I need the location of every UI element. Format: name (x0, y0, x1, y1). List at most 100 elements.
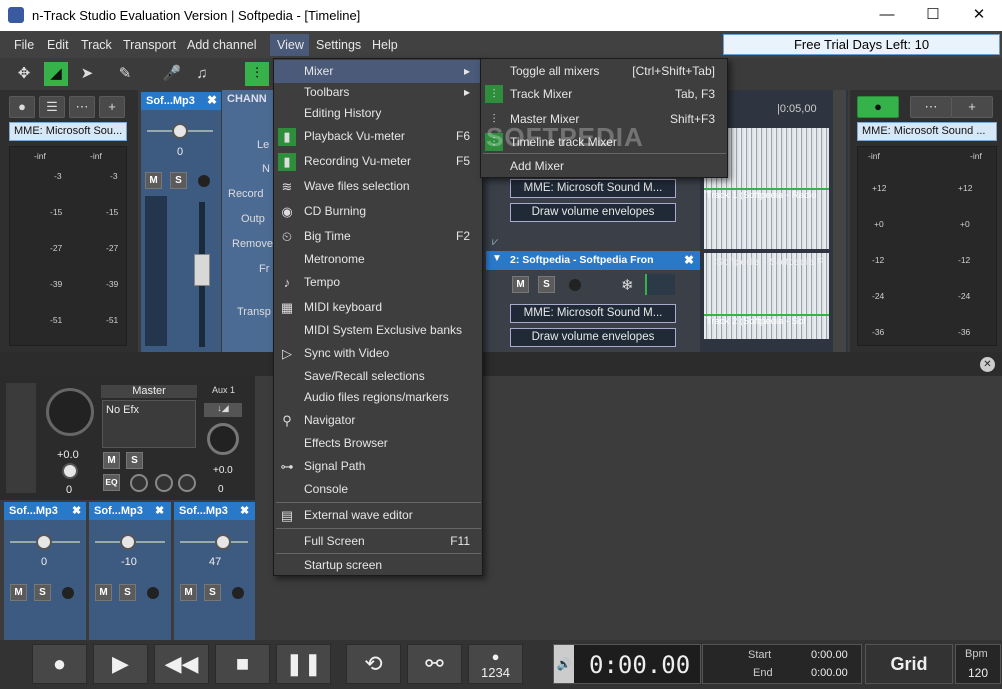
menu-add-channel[interactable]: Add channel (187, 38, 257, 52)
master-mute-button[interactable]: M (103, 452, 120, 469)
menu-item-midi-sysex[interactable]: MIDI System Exclusive banks (274, 319, 482, 342)
count-in-button[interactable]: ● 1234 (468, 644, 523, 684)
volume-fader[interactable] (194, 254, 210, 286)
track1-envelopes-button[interactable]: Draw volume envelopes (510, 203, 676, 222)
aux-knob[interactable] (207, 423, 239, 455)
list-icon[interactable]: ☰ (39, 96, 65, 118)
menu-item-metronome[interactable]: Metronome (274, 248, 482, 271)
track2-header[interactable]: ▼ 2: Softpedia - Softpedia Fron ✖ (486, 251, 700, 270)
mute-button[interactable]: M (10, 584, 27, 601)
menu-item-external-wave-editor[interactable]: ▤ External wave editor (274, 504, 482, 527)
menu-item-full-screen[interactable]: Full Screen F11 (274, 530, 482, 553)
menu-item-midi-keyboard[interactable]: ▦ MIDI keyboard (274, 296, 482, 319)
track2-name[interactable]: 2: Softpedia - Softpedia Fron (510, 254, 660, 266)
tuner-button[interactable]: ⚯ (407, 644, 462, 684)
input-device-label[interactable]: MME: Microsoft Sou... (9, 122, 127, 141)
aux-selector[interactable]: ↓◢ (204, 403, 242, 417)
menu-item-audio-regions[interactable]: Audio files regions/markers (274, 386, 482, 409)
menu-item-cd-burning[interactable]: ◉ CD Burning (274, 200, 482, 223)
record-button[interactable]: ● (32, 644, 87, 684)
close-icon[interactable]: ✖ (240, 504, 249, 517)
submenu-track-mixer[interactable]: ⫶ Track Mixer Tab, F3 (481, 82, 727, 106)
menu-item-mixer[interactable]: Mixer ▸ (274, 60, 482, 83)
pan-slider[interactable] (172, 123, 188, 139)
menu-item-startup-screen[interactable]: Startup screen (274, 554, 482, 577)
menu-item-toolbars[interactable]: Toolbars ▸ (274, 81, 482, 104)
submenu-toggle-all-mixers[interactable]: Toggle all mixers [Ctrl+Shift+Tab] (481, 59, 727, 83)
freeze-icon[interactable]: ❄ (621, 276, 634, 294)
metronome-icon[interactable]: ♫ (190, 62, 214, 86)
move-icon[interactable]: ✥ (12, 62, 36, 86)
submenu-add-mixer[interactable]: Add Mixer (481, 154, 727, 178)
add-icon[interactable]: + (99, 96, 125, 118)
close-button[interactable]: ✕ (956, 0, 1002, 31)
bpm-value[interactable]: 120 (968, 666, 988, 680)
solo-button[interactable]: S (204, 584, 221, 601)
menu-transport[interactable]: Transport (123, 38, 176, 52)
close-icon[interactable]: ✖ (72, 504, 81, 517)
menu-item-signal-path[interactable]: ⊶ Signal Path (274, 455, 482, 478)
menu-track[interactable]: Track (81, 38, 112, 52)
pan-slider[interactable] (215, 534, 231, 550)
mute-button[interactable]: M (180, 584, 197, 601)
maximize-button[interactable]: ☐ (910, 0, 956, 31)
menu-item-navigator[interactable]: ⚲ Navigator (274, 409, 482, 432)
solo-button[interactable]: S (119, 584, 136, 601)
mute-button[interactable]: M (95, 584, 112, 601)
knob-icon[interactable] (130, 474, 148, 492)
pointer-icon[interactable]: ➤ (75, 62, 99, 86)
track2-solo-button[interactable]: S (538, 276, 555, 293)
knob-icon[interactable] (178, 474, 196, 492)
collapse-icon[interactable]: ▼ (492, 253, 502, 264)
mixer-icon[interactable]: ⫶ (245, 62, 269, 86)
more-icon[interactable]: ⋯ (910, 96, 952, 118)
add-icon[interactable]: + (951, 96, 993, 118)
menu-item-effects-browser[interactable]: Effects Browser (274, 432, 482, 455)
menu-item-playback-vu-meter[interactable]: ▮ Playback Vu-meter F6 (274, 125, 482, 148)
master-pan-slider[interactable] (62, 463, 78, 479)
menu-view[interactable]: View (277, 38, 304, 52)
menu-item-wave-files[interactable]: ≋ Wave files selection (274, 175, 482, 198)
close-icon[interactable]: ✖ (684, 253, 694, 267)
menu-item-sync-video[interactable]: ▷ Sync with Video (274, 342, 482, 365)
menu-item-recording-vu-meter[interactable]: ▮ Recording Vu-meter F5 (274, 150, 482, 173)
master-solo-button[interactable]: S (126, 452, 143, 469)
solo-button[interactable]: S (34, 584, 51, 601)
volume-envelope-line[interactable] (704, 314, 829, 316)
end-value[interactable]: 0:00.00 (811, 667, 848, 679)
volume-envelope-line[interactable] (704, 188, 829, 190)
pause-button[interactable]: ❚❚ (276, 644, 331, 684)
track2-device[interactable]: MME: Microsoft Sound M... (510, 304, 676, 323)
menu-help[interactable]: Help (372, 38, 398, 52)
menu-item-editing-history[interactable]: Editing History (274, 102, 482, 125)
close-icon[interactable]: ✖ (207, 93, 217, 107)
record-arm-icon[interactable] (62, 587, 74, 599)
close-icon[interactable]: ✕ (980, 357, 995, 372)
record-arm-icon[interactable] (232, 587, 244, 599)
pencil-icon[interactable]: ✎ (113, 62, 137, 86)
menu-edit[interactable]: Edit (47, 38, 69, 52)
rewind-button[interactable]: ◀◀ (154, 644, 209, 684)
track2-envelopes-button[interactable]: Draw volume envelopes (510, 328, 676, 347)
mute-button[interactable]: M (145, 172, 162, 189)
speaker-icon[interactable]: 🔊 (554, 645, 574, 683)
menu-settings[interactable]: Settings (316, 38, 361, 52)
start-value[interactable]: 0:00.00 (811, 649, 848, 661)
microphone-icon[interactable]: 🎤 (160, 62, 184, 86)
output-device-label[interactable]: MME: Microsoft Sound ... (857, 122, 997, 141)
stop-button[interactable]: ■ (215, 644, 270, 684)
track2-mute-button[interactable]: M (512, 276, 529, 293)
pan-slider[interactable] (120, 534, 136, 550)
vertical-scrollbar[interactable] (833, 90, 846, 352)
play-button[interactable]: ▶ (93, 644, 148, 684)
grid-button[interactable]: Grid (865, 644, 953, 684)
menu-file[interactable]: File (14, 38, 34, 52)
track2-record-icon[interactable] (569, 279, 581, 291)
menu-item-console[interactable]: Console (274, 478, 482, 501)
menu-item-big-time[interactable]: ⏲ Big Time F2 (274, 225, 482, 248)
knob-icon[interactable] (155, 474, 173, 492)
solo-button[interactable]: S (170, 172, 187, 189)
menu-item-save-recall[interactable]: Save/Recall selections (274, 365, 482, 388)
record-icon[interactable]: ● (857, 96, 899, 118)
automation-icon[interactable]: ⩗ (492, 236, 498, 249)
